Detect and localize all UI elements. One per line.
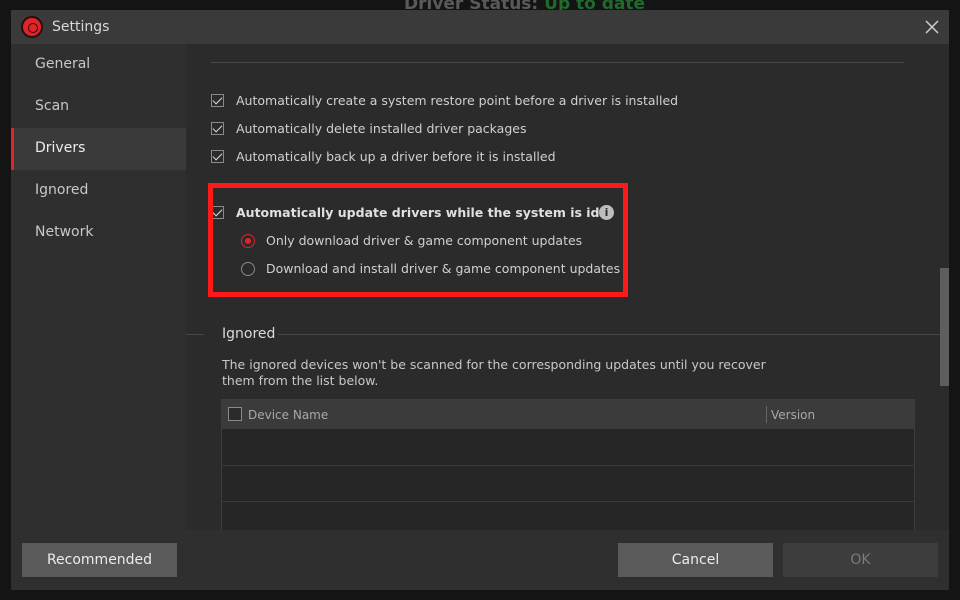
scrollbar[interactable] [940,44,949,530]
column-separator[interactable] [766,406,767,423]
idle-update-checkbox[interactable] [211,206,224,219]
download-only-radio[interactable] [241,234,255,248]
sidebar-item-ignored[interactable]: Ignored [11,170,186,212]
column-header-device-name[interactable]: Device Name [248,408,328,422]
close-button[interactable] [915,10,949,44]
settings-dialog: Settings General Scan Drivers Ignored Ne… [11,10,949,590]
divider [186,334,204,335]
delete-packages-checkbox[interactable] [211,122,224,135]
table-header: Device Name Version [222,400,914,429]
download-only-label: Only download driver & game component up… [266,233,583,248]
sidebar-item-drivers[interactable]: Drivers [11,128,186,170]
sidebar-item-general[interactable]: General [11,44,186,86]
idle-update-label: Automatically update drivers while the s… [236,205,613,220]
divider [278,334,949,335]
ignored-description: The ignored devices won't be scanned for… [222,357,766,388]
title-bar: Settings [11,10,949,44]
window-title: Settings [52,19,110,35]
column-header-version[interactable]: Version [771,408,815,422]
sidebar-item-scan[interactable]: Scan [11,86,186,128]
table-row [222,465,914,502]
ignored-section-title: Ignored [222,326,276,342]
divider [211,62,904,63]
app-logo-icon [21,16,43,38]
download-install-radio[interactable] [241,262,255,276]
backup-driver-checkbox[interactable] [211,150,224,163]
cancel-button[interactable]: Cancel [618,543,773,577]
scrollbar-thumb[interactable] [940,268,949,386]
download-install-label: Download and install driver & game compo… [266,261,621,276]
ignored-devices-table: Device Name Version [221,399,915,530]
dialog-footer: Recommended Cancel OK [11,530,949,590]
table-row [222,429,914,466]
backup-driver-label: Automatically back up a driver before it… [236,149,556,164]
drivers-settings-panel: Automatically create a system restore po… [186,44,949,530]
restore-point-label: Automatically create a system restore po… [236,93,679,108]
table-row [222,501,914,530]
sidebar-item-label: Ignored [35,182,89,198]
sidebar-item-label: General [35,56,91,72]
ok-button[interactable]: OK [783,543,938,577]
recommended-button[interactable]: Recommended [22,543,177,577]
sidebar-item-label: Network [35,224,94,240]
sidebar-item-label: Scan [35,98,70,114]
sidebar: General Scan Drivers Ignored Network [11,44,186,530]
sidebar-item-network[interactable]: Network [11,212,186,254]
close-icon [925,20,939,34]
select-all-checkbox[interactable] [228,407,242,421]
info-icon[interactable]: i [599,205,614,220]
delete-packages-label: Automatically delete installed driver pa… [236,121,527,136]
sidebar-item-label: Drivers [35,140,86,156]
restore-point-checkbox[interactable] [211,94,224,107]
